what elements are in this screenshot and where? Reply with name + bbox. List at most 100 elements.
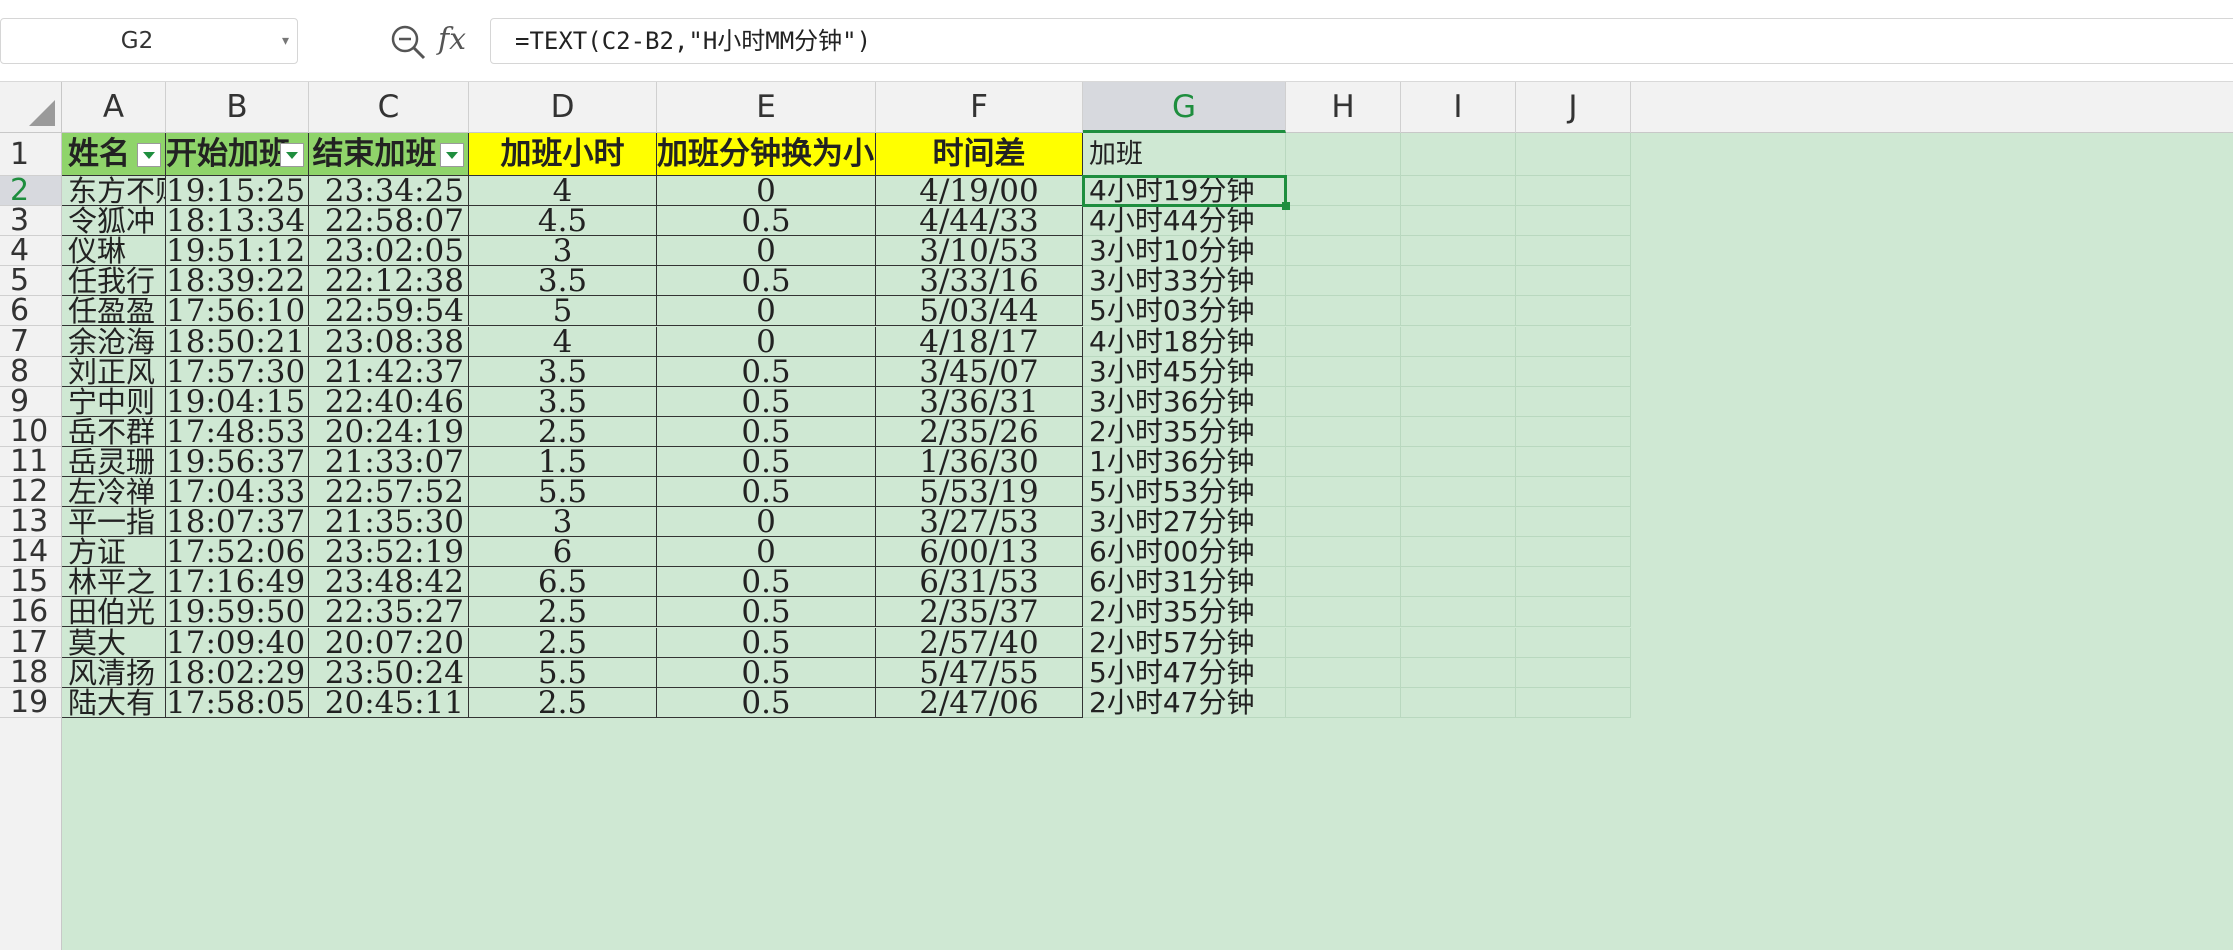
empty-cell[interactable] [1516, 176, 1631, 207]
empty-cell[interactable] [1401, 507, 1516, 538]
empty-cell[interactable] [1401, 446, 1516, 477]
empty-cell[interactable] [1516, 236, 1631, 267]
empty-cell[interactable] [1286, 597, 1401, 628]
empty-cell[interactable] [1401, 567, 1516, 598]
cell-g10[interactable]: 2小时35分钟 [1083, 416, 1286, 447]
cell-e18[interactable]: 0.5 [657, 657, 876, 688]
cell-d11[interactable]: 1.5 [469, 446, 657, 477]
cell-c2[interactable]: 23:34:25 [309, 176, 469, 207]
cell-e17[interactable]: 0.5 [657, 627, 876, 658]
column-header-d[interactable]: D [469, 82, 657, 133]
cell-f18[interactable]: 5/47/55 [876, 657, 1083, 688]
cell-g13[interactable]: 3小时27分钟 [1083, 507, 1286, 538]
cell-d19[interactable]: 2.5 [469, 687, 657, 718]
cell-g19[interactable]: 2小时47分钟 [1083, 687, 1286, 718]
cell-a3[interactable]: 令狐冲 [62, 206, 166, 237]
empty-cell[interactable] [1516, 537, 1631, 568]
cell-a4[interactable]: 仪琳 [62, 236, 166, 267]
empty-cell[interactable] [1516, 266, 1631, 297]
cell-f7[interactable]: 4/18/17 [876, 326, 1083, 357]
empty-cell[interactable] [1286, 477, 1401, 508]
row-header[interactable]: 10 [0, 416, 61, 447]
cell-c4[interactable]: 23:02:05 [309, 236, 469, 267]
cell-e2[interactable]: 0 [657, 176, 876, 207]
row-header[interactable]: 13 [0, 506, 61, 538]
empty-cell[interactable] [1286, 266, 1401, 297]
cell-f15[interactable]: 6/31/53 [876, 567, 1083, 598]
row-header[interactable]: 5 [0, 266, 61, 297]
header-cell-g[interactable]: 加班 [1083, 133, 1286, 176]
cell-d4[interactable]: 3 [469, 236, 657, 267]
cell-g15[interactable]: 6小时31分钟 [1083, 567, 1286, 598]
cell-b3[interactable]: 18:13:34 [166, 206, 309, 237]
header-cell-f[interactable]: 时间差 [876, 133, 1083, 176]
cell-a19[interactable]: 陆大有 [62, 687, 166, 718]
row-header[interactable]: 8 [0, 356, 61, 387]
empty-cell[interactable] [1286, 657, 1401, 688]
formula-text[interactable]: =TEXT(C2-B2,"H小时MM分钟") [515, 19, 871, 63]
cell-b10[interactable]: 17:48:53 [166, 416, 309, 447]
column-header-h[interactable]: H [1286, 82, 1401, 133]
cell-b16[interactable]: 19:59:50 [166, 597, 309, 628]
cell-g3[interactable]: 4小时44分钟 [1083, 206, 1286, 237]
cell-c9[interactable]: 22:40:46 [309, 386, 469, 417]
cell-e11[interactable]: 0.5 [657, 446, 876, 477]
cell-d9[interactable]: 3.5 [469, 386, 657, 417]
cell-a6[interactable]: 任盈盈 [62, 296, 166, 327]
row-header[interactable]: 6 [0, 296, 61, 327]
row-header[interactable]: 14 [0, 537, 61, 568]
row-header[interactable]: 9 [0, 386, 61, 417]
empty-cell[interactable] [1286, 133, 1401, 176]
cell-b18[interactable]: 18:02:29 [166, 657, 309, 688]
cell-a2[interactable]: 东方不败 [62, 176, 166, 207]
cell-d6[interactable]: 5 [469, 296, 657, 327]
cell-a15[interactable]: 林平之 [62, 567, 166, 598]
empty-cell[interactable] [1401, 537, 1516, 568]
cell-d8[interactable]: 3.5 [469, 356, 657, 387]
empty-cell[interactable] [1516, 477, 1631, 508]
cell-a9[interactable]: 宁中则 [62, 386, 166, 417]
cell-c11[interactable]: 21:33:07 [309, 446, 469, 477]
cell-g7[interactable]: 4小时18分钟 [1083, 326, 1286, 357]
cell-a16[interactable]: 田伯光 [62, 597, 166, 628]
cell-c18[interactable]: 23:50:24 [309, 657, 469, 688]
cell-g9[interactable]: 3小时36分钟 [1083, 386, 1286, 417]
empty-cell[interactable] [1401, 266, 1516, 297]
cell-e16[interactable]: 0.5 [657, 597, 876, 628]
cell-b8[interactable]: 17:57:30 [166, 356, 309, 387]
empty-cell[interactable] [1286, 687, 1401, 718]
name-box[interactable]: G2 ▾ [0, 18, 298, 64]
fill-handle[interactable] [1282, 202, 1290, 211]
cell-a11[interactable]: 岳灵珊 [62, 446, 166, 477]
empty-cell[interactable] [1516, 567, 1631, 598]
empty-cell[interactable] [1401, 597, 1516, 628]
column-header-a[interactable]: A [62, 82, 166, 133]
empty-cell[interactable] [1286, 206, 1401, 237]
cell-f12[interactable]: 5/53/19 [876, 477, 1083, 508]
empty-cell[interactable] [1401, 206, 1516, 237]
cell-f16[interactable]: 2/35/37 [876, 597, 1083, 628]
cell-b9[interactable]: 19:04:15 [166, 386, 309, 417]
row-header[interactable]: 18 [0, 657, 61, 688]
empty-cell[interactable] [1286, 627, 1401, 658]
cell-d12[interactable]: 5.5 [469, 477, 657, 508]
cell-g5[interactable]: 3小时33分钟 [1083, 266, 1286, 297]
filter-dropdown-icon[interactable] [280, 143, 304, 167]
cell-c17[interactable]: 20:07:20 [309, 627, 469, 658]
cell-b5[interactable]: 18:39:22 [166, 266, 309, 297]
cell-b6[interactable]: 17:56:10 [166, 296, 309, 327]
cell-c19[interactable]: 20:45:11 [309, 687, 469, 718]
empty-cell[interactable] [1286, 296, 1401, 327]
empty-cell[interactable] [1401, 416, 1516, 447]
cell-f9[interactable]: 3/36/31 [876, 386, 1083, 417]
empty-cell[interactable] [1286, 176, 1401, 207]
cell-e7[interactable]: 0 [657, 326, 876, 357]
empty-cell[interactable] [1286, 446, 1401, 477]
column-header-j[interactable]: J [1516, 82, 1631, 133]
cell-b4[interactable]: 19:51:12 [166, 236, 309, 267]
empty-cell[interactable] [1401, 627, 1516, 658]
cell-f3[interactable]: 4/44/33 [876, 206, 1083, 237]
cell-a10[interactable]: 岳不群 [62, 416, 166, 447]
cell-b14[interactable]: 17:52:06 [166, 537, 309, 568]
cell-g14[interactable]: 6小时00分钟 [1083, 537, 1286, 568]
